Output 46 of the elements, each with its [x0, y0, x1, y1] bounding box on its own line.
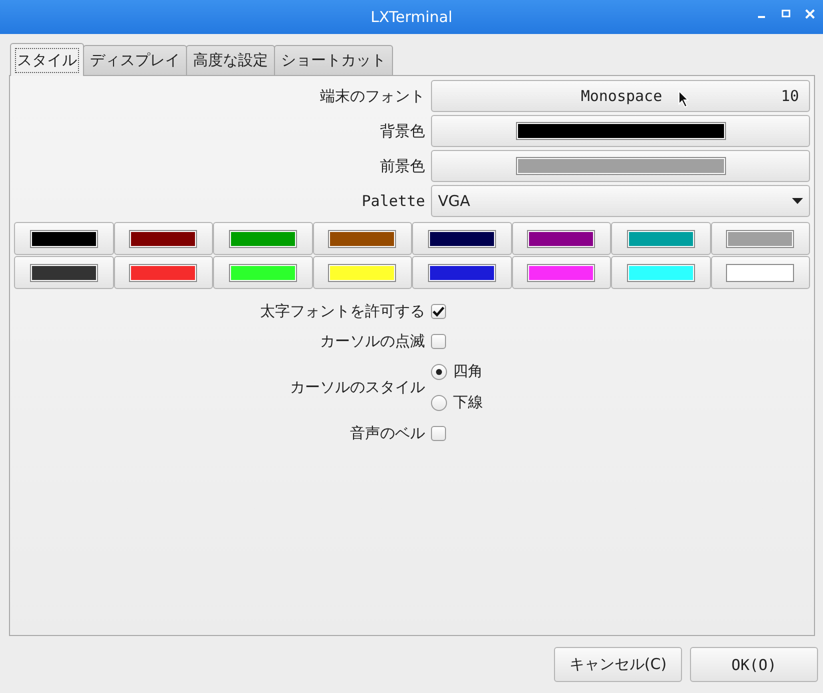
palette-color-button[interactable] [114, 256, 213, 289]
palette-color-button[interactable] [512, 256, 611, 289]
palette-color-button[interactable] [213, 222, 312, 255]
option-label: 太字フォントを許可する [260, 302, 425, 320]
tab[interactable]: ディスプレイ [83, 45, 187, 75]
radio-label: 下線 [453, 393, 483, 412]
cancel-button[interactable]: キャンセル(C) [554, 647, 682, 682]
palette-color-button[interactable] [412, 222, 512, 255]
palette-label: Palette [362, 192, 425, 210]
close-icon[interactable] [805, 9, 815, 19]
option-label: カーソルのスタイル [290, 378, 425, 396]
background-color-button[interactable] [431, 115, 810, 147]
tab[interactable]: スタイル [10, 43, 84, 76]
window-title: LXTerminal [370, 8, 452, 26]
background-label: 背景色 [380, 122, 425, 140]
ok-button[interactable]: OK(O) [690, 647, 818, 682]
palette-color-button[interactable] [412, 256, 512, 289]
palette-color-button[interactable] [611, 256, 710, 289]
palette-color-button[interactable] [14, 256, 114, 289]
palette-color-button[interactable] [710, 256, 810, 289]
radio-button[interactable] [431, 394, 447, 410]
tab[interactable]: 高度な設定 [186, 45, 275, 75]
option-label: 音声のベル [350, 424, 425, 442]
palette-color-button[interactable] [312, 222, 412, 255]
font-button[interactable]: Monospace 10 [431, 80, 810, 112]
caret-icon [792, 198, 803, 204]
font-label: 端末のフォント [320, 86, 425, 106]
checkbox[interactable] [431, 304, 446, 318]
palette-color-button[interactable] [14, 222, 114, 255]
palette-dropdown[interactable]: VGA [431, 185, 810, 217]
palette-color-button[interactable] [312, 256, 412, 289]
tab[interactable]: ショートカット [274, 45, 393, 75]
palette-color-button[interactable] [710, 222, 810, 255]
palette-color-button[interactable] [611, 222, 710, 255]
mouse-pointer-icon [678, 90, 690, 108]
checkbox[interactable] [431, 334, 446, 348]
option-label: カーソルの点滅 [320, 332, 425, 350]
radio-button[interactable] [431, 364, 447, 380]
palette-color-button[interactable] [512, 222, 611, 255]
foreground-color-button[interactable] [431, 150, 810, 182]
palette-color-button[interactable] [114, 222, 213, 255]
maximize-icon[interactable] [781, 9, 791, 19]
radio-label: 四角 [453, 362, 483, 381]
checkbox[interactable] [431, 426, 446, 440]
foreground-label: 前景色 [380, 156, 425, 176]
palette-color-button[interactable] [213, 256, 312, 289]
